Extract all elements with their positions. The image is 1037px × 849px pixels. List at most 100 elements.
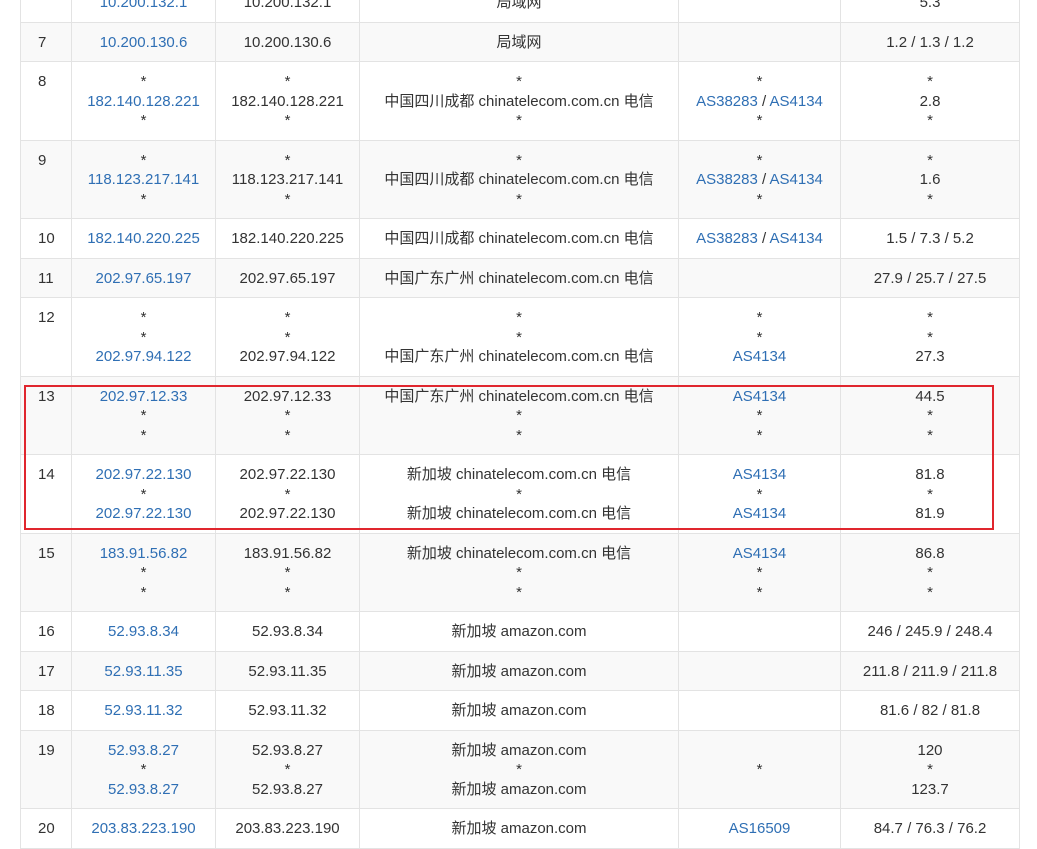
as-number-link[interactable]: AS4134 <box>733 505 786 522</box>
as-number-text: * <box>756 426 763 444</box>
as-number-link[interactable]: AS4134 <box>733 545 786 562</box>
ip-address-link[interactable]: 52.93.8.34 <box>72 622 215 642</box>
ip-address-cell: 52.93.11.35 <box>71 650 216 691</box>
as-number-link[interactable]: AS4134 <box>733 466 786 483</box>
location-cell: 中国广东广州 chinatelecom.com.cn 电信 <box>359 257 679 298</box>
as-number-link[interactable]: AS4134 <box>733 388 786 405</box>
traceroute-table: 10.200.132.1 10.200.132.1 局域网 5.3 7 10.200.1… <box>20 0 1020 849</box>
latency-value: 246 / 245.9 / 248.4 <box>867 623 993 640</box>
hostname-cell: 202.97.22.130 * 202.97.22.130 <box>215 454 360 534</box>
as-number-line: * <box>679 406 840 426</box>
as-number-text: * <box>756 73 763 90</box>
table-row: 10 182.140.220.225 182.140.220.225 中国四川成都 c… <box>20 218 1020 259</box>
table-row: 11 202.97.65.197 202.97.65.197 中国广东广州 china… <box>20 257 1020 298</box>
as-number-line: * <box>679 563 840 583</box>
latency-cell: 5.3 <box>840 0 1020 23</box>
as-number-cell: * <box>678 729 841 809</box>
as-number-cell: * AS38283 / AS4134 * <box>678 139 841 219</box>
location-cell: 中国四川成都 chinatelecom.com.cn 电信 <box>359 218 679 259</box>
location-text: 局域网 <box>496 0 542 11</box>
ip-address-link[interactable]: 10.200.130.6 <box>72 33 215 53</box>
ip-address-link[interactable]: 202.97.22.130 <box>72 504 215 524</box>
latency-value: 211.8 / 211.9 / 211.8 <box>862 662 998 680</box>
location-text: 新加坡 amazon.com <box>451 741 587 759</box>
ip-address-link[interactable]: 10.200.132.1 <box>72 0 215 13</box>
as-number-link[interactable]: AS4134 <box>770 93 823 110</box>
ip-address-link[interactable]: 182.140.128.221 <box>72 92 215 112</box>
location-cell: * 中国四川成都 chinatelecom.com.cn 电信 * <box>359 139 679 219</box>
ip-address-link[interactable]: 52.93.11.32 <box>72 701 215 721</box>
ip-address-link[interactable]: 202.97.12.33 <box>72 387 215 407</box>
ip-address-link[interactable]: 202.97.22.130 <box>72 465 215 485</box>
hostname-text: 52.93.8.34 <box>252 623 323 640</box>
hostname-cell: 10.200.130.6 <box>215 21 360 62</box>
as-number-cell <box>678 690 841 731</box>
as-number-link[interactable]: AS38283 <box>696 171 758 188</box>
ip-address-cell: 182.140.220.225 <box>71 218 216 259</box>
hostname-cell: 10.200.132.1 <box>215 0 360 23</box>
as-number-line: AS4134 <box>679 504 840 524</box>
as-number-line: AS4134 <box>679 347 840 367</box>
latency-value: * <box>927 309 933 326</box>
as-number-cell: * * AS4134 <box>678 297 841 377</box>
as-number-line <box>679 662 840 682</box>
ip-address-text: * <box>140 190 147 208</box>
table-row: 10.200.132.1 10.200.132.1 局域网 5.3 <box>20 0 1020 23</box>
hop-number: 7 <box>38 33 47 51</box>
location-text: 新加坡 amazon.com <box>451 820 587 837</box>
latency-value: 27.9 / 25.7 / 27.5 <box>873 269 987 287</box>
location-cell: 新加坡 amazon.com <box>359 650 679 691</box>
location-text: * <box>516 426 522 444</box>
ip-address-link[interactable]: 202.97.94.122 <box>72 347 215 367</box>
as-number-link[interactable]: AS4134 <box>770 171 823 188</box>
latency-value: 84.7 / 76.3 / 76.2 <box>873 820 987 837</box>
as-number-link[interactable]: AS38283 <box>696 230 758 247</box>
as-number-line: AS4134 <box>679 465 840 485</box>
as-number-link[interactable]: AS4134 <box>770 230 823 247</box>
hostname-cell: 202.97.12.33 * * <box>215 375 360 455</box>
location-text: 中国广东广州 chinatelecom.com.cn 电信 <box>384 387 654 405</box>
hop-number-cell: 18 <box>20 690 72 731</box>
ip-address-link[interactable]: 52.93.8.27 <box>72 780 215 800</box>
ip-address-link[interactable]: 183.91.56.82 <box>72 544 215 564</box>
as-number-line: * <box>679 328 840 348</box>
hostname-text: 182.140.128.221 <box>231 92 344 110</box>
hostname-text: * <box>284 761 291 778</box>
as-number-link[interactable]: AS4134 <box>733 348 786 365</box>
ip-address-link[interactable]: 118.123.217.141 <box>72 170 215 190</box>
table-row: 8 * 182.140.128.221 * * 182.140.128.221 * * 中国四川… <box>20 61 1020 141</box>
hostname-text: * <box>284 151 291 169</box>
hop-number-cell: 11 <box>20 257 72 298</box>
as-number-text: * <box>756 761 763 778</box>
as-number-cell <box>678 611 841 652</box>
hostname-text: * <box>284 190 291 208</box>
hop-number: 18 <box>38 702 55 719</box>
location-cell: * 中国四川成都 chinatelecom.com.cn 电信 * <box>359 61 679 141</box>
location-text: * <box>516 761 522 778</box>
as-number-link[interactable]: AS38283 <box>696 93 758 110</box>
ip-address-link[interactable]: 52.93.8.27 <box>72 741 215 761</box>
location-cell: 局域网 <box>359 0 679 23</box>
hop-number-cell: 19 <box>20 729 72 809</box>
hostname-text: * <box>284 309 291 326</box>
as-number-link[interactable]: AS16509 <box>729 820 791 837</box>
ip-address-link[interactable]: 202.97.65.197 <box>72 269 215 289</box>
latency-cell: 44.5 * * <box>840 375 1020 455</box>
hostname-text: * <box>284 112 291 129</box>
latency-value: * <box>927 761 933 778</box>
hop-number: 8 <box>38 73 47 90</box>
latency-value: * <box>927 426 933 444</box>
as-number-line: * <box>679 485 840 505</box>
latency-value: * <box>927 190 933 208</box>
ip-address-link[interactable]: 52.93.11.35 <box>72 662 215 682</box>
hostname-cell: 203.83.223.190 <box>215 808 360 849</box>
table-row: 9 * 118.123.217.141 * * 118.123.217.141 * * 中国四川… <box>20 139 1020 219</box>
hostname-cell: 52.93.8.34 <box>215 611 360 652</box>
ip-address-link[interactable]: 203.83.223.190 <box>72 819 215 839</box>
latency-value: 1.2 / 1.3 / 1.2 <box>886 33 974 51</box>
table-row: 15 183.91.56.82 * * 183.91.56.82 * * 新加坡 chinat… <box>20 532 1020 612</box>
as-number-line: * <box>679 308 840 328</box>
as-number-text: * <box>756 190 763 208</box>
ip-address-link[interactable]: 182.140.220.225 <box>72 229 215 249</box>
hostname-cell: 182.140.220.225 <box>215 218 360 259</box>
